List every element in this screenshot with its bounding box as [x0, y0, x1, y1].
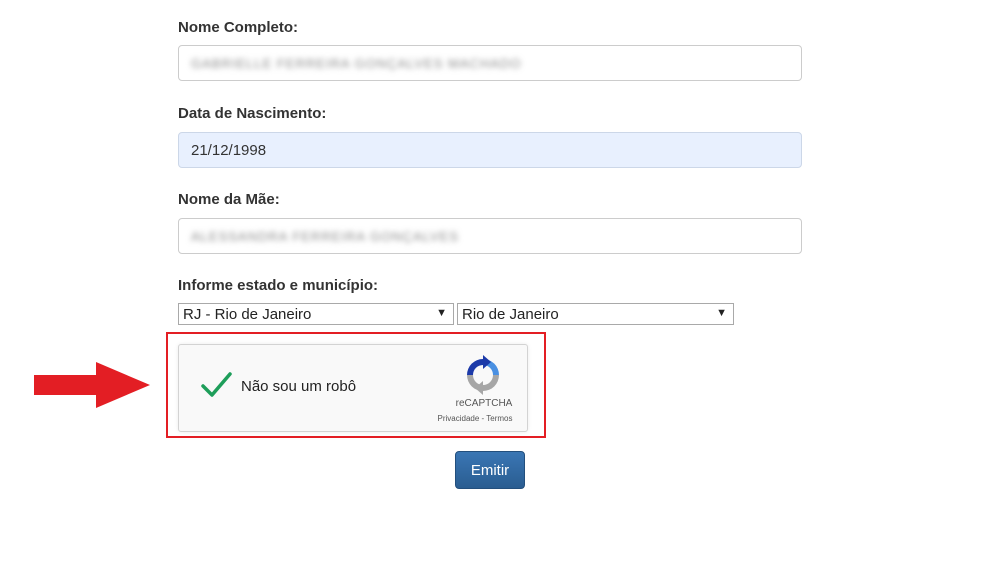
state-select[interactable]: RJ - Rio de Janeiro ▼ — [178, 303, 454, 325]
full-name-field[interactable]: GABRIELLE FERREIRA GONÇALVES MACHADO — [178, 45, 802, 81]
birth-date-value: 21/12/1998 — [191, 141, 267, 159]
state-select-value: RJ - Rio de Janeiro — [183, 305, 312, 323]
full-name-value: GABRIELLE FERREIRA GONÇALVES MACHADO — [191, 55, 522, 71]
chevron-down-icon: ▼ — [436, 307, 447, 319]
birth-date-label: Data de Nascimento: — [178, 105, 327, 122]
mother-name-label: Nome da Mãe: — [178, 191, 280, 208]
mother-name-field[interactable]: ALESSANDRA FERREIRA GONÇALVES — [178, 218, 802, 254]
recaptcha-links[interactable]: Privacidade - Termos — [425, 414, 525, 423]
city-select[interactable]: Rio de Janeiro ▼ — [457, 303, 734, 325]
recaptcha-logo-icon — [467, 355, 499, 395]
chevron-down-icon: ▼ — [716, 307, 727, 319]
mother-name-value: ALESSANDRA FERREIRA GONÇALVES — [191, 228, 459, 244]
full-name-label: Nome Completo: — [178, 19, 298, 36]
birth-date-field[interactable]: 21/12/1998 — [178, 132, 802, 168]
city-select-value: Rio de Janeiro — [462, 305, 559, 323]
location-label: Informe estado e município: — [178, 277, 379, 294]
red-arrow-icon — [34, 362, 150, 408]
recaptcha-widget: Não sou um robô reCAPTCHA Privacidade - … — [178, 344, 528, 432]
checkmark-icon[interactable] — [199, 368, 233, 402]
captcha-label: Não sou um robô — [241, 378, 357, 395]
submit-button[interactable]: Emitir — [455, 451, 525, 489]
recaptcha-brand: reCAPTCHA — [455, 398, 513, 409]
